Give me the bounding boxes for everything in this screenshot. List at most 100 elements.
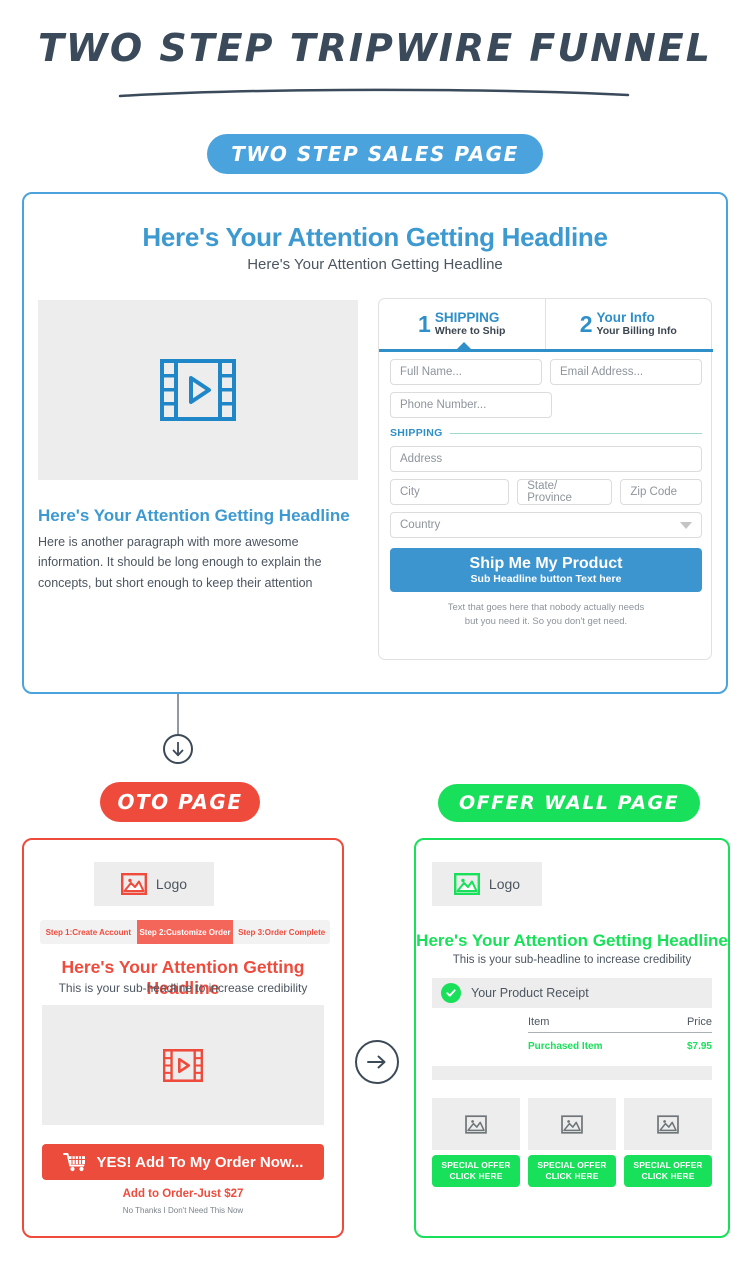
- image-placeholder-icon: [657, 1114, 679, 1134]
- country-select[interactable]: Country: [390, 512, 702, 538]
- email-input[interactable]: Email Address...: [550, 359, 702, 385]
- form-tab-your-info-title: Your Info: [596, 310, 655, 326]
- state-input[interactable]: State/ Province: [517, 479, 613, 505]
- offer-button-1-line-2: CLICK HERE: [449, 1171, 503, 1181]
- product-receipt-bar: Your Product Receipt: [432, 978, 712, 1008]
- funnel-infographic: TWO STEP TRIPWIRE FUNNEL TWO STEP SALES …: [0, 0, 750, 1273]
- offer-wall-subheadline: This is your sub-headline to increase cr…: [452, 954, 692, 966]
- sales-headline: Here's Your Attention Getting Headline: [142, 222, 608, 252]
- receipt-cell-item: Purchased Item: [528, 1041, 603, 1052]
- image-placeholder-icon: [120, 873, 147, 895]
- receipt-table: Item Price Purchased Item $7.95: [528, 1016, 712, 1052]
- badge-oto-page: OTO PAGE: [100, 782, 260, 822]
- fine-print-line-2: but you need it. So you don't get need.: [464, 616, 628, 628]
- oto-decline-link[interactable]: No Thanks I Don't Need This Now: [24, 1206, 342, 1215]
- oto-logo-container: Logo: [94, 862, 214, 906]
- form-tab-your-info-subtitle: Your Billing Info: [596, 324, 677, 337]
- form-tab-your-info-number: 2: [579, 310, 593, 337]
- offer-tile-1-image: [432, 1098, 520, 1150]
- address-input[interactable]: Address: [390, 446, 702, 472]
- receipt-table-row: Purchased Item $7.95: [528, 1033, 712, 1052]
- ship-button-sub-label: Sub Headline button Text here: [470, 573, 622, 585]
- offer-wall-logo-container: Logo: [432, 862, 542, 906]
- shipping-section-label: SHIPPING: [390, 427, 443, 439]
- sales-left-heading: Here's Your Attention Getting Headline: [38, 506, 350, 525]
- check-circle-icon: [441, 983, 461, 1003]
- offer-wall-divider-bar: [432, 1066, 712, 1080]
- form-tab-your-info[interactable]: 2 Your Info Your Billing Info: [544, 299, 712, 349]
- oto-step-tabs: Step 1:Create Account Step 2:Customize O…: [40, 920, 330, 944]
- oto-cta-label: YES! Add To My Order Now...: [96, 1153, 304, 1171]
- oto-subheadline: This is your sub-headline to increase cr…: [58, 981, 308, 995]
- oto-step-3[interactable]: Step 3:Order Complete: [233, 920, 330, 944]
- phone-input[interactable]: Phone Number...: [390, 392, 552, 418]
- oto-add-to-order-button[interactable]: YES! Add To My Order Now...: [42, 1144, 324, 1180]
- sales-subheadline: Here's Your Attention Getting Headline: [247, 256, 503, 273]
- full-name-input[interactable]: Full Name...: [390, 359, 542, 385]
- form-fine-print: Text that goes here that nobody actually…: [390, 601, 702, 630]
- arrow-right-icon: [367, 1055, 386, 1069]
- form-tab-shipping-title: SHIPPING: [434, 310, 500, 326]
- ship-me-my-product-button[interactable]: Ship Me My Product Sub Headline button T…: [390, 548, 702, 592]
- two-step-order-form: 1 SHIPPING Where to Ship 2 Your Info You…: [378, 298, 713, 660]
- badge-two-step-sales-page: TWO STEP SALES PAGE: [207, 134, 543, 174]
- oto-logo-box: Logo: [94, 862, 214, 906]
- connector-down-arrow-button: [163, 734, 193, 764]
- image-placeholder-icon: [465, 1114, 487, 1134]
- offer-wall-logo-label: Logo: [488, 876, 521, 892]
- offer-wall-page-panel: Logo Here's Your Attention Getting Headl…: [414, 838, 730, 1238]
- title-underline-decoration: [118, 88, 630, 98]
- offer-wall-headline: Here's Your Attention Getting Headline: [416, 931, 728, 950]
- offer-button-3-line-1: SPECIAL OFFER: [633, 1160, 703, 1171]
- country-select-value: Country: [400, 519, 441, 531]
- oto-step-1[interactable]: Step 1:Create Account: [40, 920, 137, 944]
- oto-logo-label: Logo: [155, 876, 188, 892]
- form-tab-shipping-subtitle: Where to Ship: [434, 324, 506, 337]
- offer-tile-3-image: [624, 1098, 712, 1150]
- form-fields: Full Name... Email Address... Phone Numb…: [379, 359, 713, 630]
- offer-tile-2-image: [528, 1098, 616, 1150]
- sales-left-paragraph: Here is another paragraph with more awes…: [38, 535, 322, 590]
- receipt-header-price: Price: [686, 1016, 712, 1028]
- fine-print-line-1: Text that goes here that nobody actually…: [447, 602, 645, 613]
- chevron-down-icon: [680, 521, 692, 529]
- special-offer-tile-2: SPECIAL OFFER CLICK HERE: [528, 1098, 616, 1187]
- offer-button-1-line-1: SPECIAL OFFER: [441, 1160, 511, 1171]
- shipping-section-rule: [449, 432, 702, 434]
- special-offer-tiles: SPECIAL OFFER CLICK HERE SPECIAL OFFER C…: [432, 1098, 712, 1187]
- offer-button-2-line-1: SPECIAL OFFER: [537, 1160, 607, 1171]
- connector-vertical-line: [177, 694, 179, 734]
- form-tab-shipping-number: 1: [418, 310, 431, 337]
- shopping-cart-icon: [62, 1152, 85, 1171]
- special-offer-tile-3: SPECIAL OFFER CLICK HERE: [624, 1098, 712, 1187]
- receipt-table-header-row: Item Price: [528, 1016, 712, 1033]
- offer-wall-logo-box: Logo: [432, 862, 542, 906]
- city-input[interactable]: City: [390, 479, 510, 505]
- oto-video-placeholder[interactable]: [42, 1005, 324, 1125]
- form-tab-active-caret-icon: [457, 342, 471, 349]
- oto-price-line: Add to Order-Just $27: [122, 1188, 244, 1200]
- badge-offer-wall-page: OFFER WALL PAGE: [438, 784, 700, 822]
- receipt-cell-price: $7.95: [686, 1041, 712, 1052]
- page-title: TWO STEP TRIPWIRE FUNNEL: [38, 26, 712, 70]
- special-offer-button-1[interactable]: SPECIAL OFFER CLICK HERE: [432, 1155, 520, 1187]
- form-tab-bar: 1 SHIPPING Where to Ship 2 Your Info You…: [379, 299, 713, 352]
- oto-page-panel: Logo Step 1:Create Account Step 2:Custom…: [22, 838, 344, 1238]
- image-placeholder-icon: [561, 1114, 583, 1134]
- arrow-down-icon: [172, 742, 184, 757]
- image-placeholder-icon: [453, 873, 480, 895]
- film-play-icon: [163, 1048, 203, 1082]
- connector-right-arrow-button: [355, 1040, 399, 1084]
- oto-step-2[interactable]: Step 2:Customize Order: [136, 920, 234, 944]
- special-offer-button-2[interactable]: SPECIAL OFFER CLICK HERE: [528, 1155, 616, 1187]
- two-step-sales-page-panel: Here's Your Attention Getting Headline H…: [22, 192, 728, 694]
- offer-button-3-line-2: CLICK HERE: [641, 1171, 695, 1181]
- form-tab-underline: [379, 349, 713, 352]
- ship-button-main-label: Ship Me My Product: [469, 555, 623, 572]
- offer-button-2-line-2: CLICK HERE: [545, 1171, 599, 1181]
- zip-input[interactable]: Zip Code: [620, 479, 702, 505]
- sales-video-placeholder[interactable]: [38, 300, 358, 480]
- shipping-section-header: SHIPPING: [390, 427, 702, 439]
- product-receipt-title: Your Product Receipt: [471, 986, 589, 1000]
- special-offer-button-3[interactable]: SPECIAL OFFER CLICK HERE: [624, 1155, 712, 1187]
